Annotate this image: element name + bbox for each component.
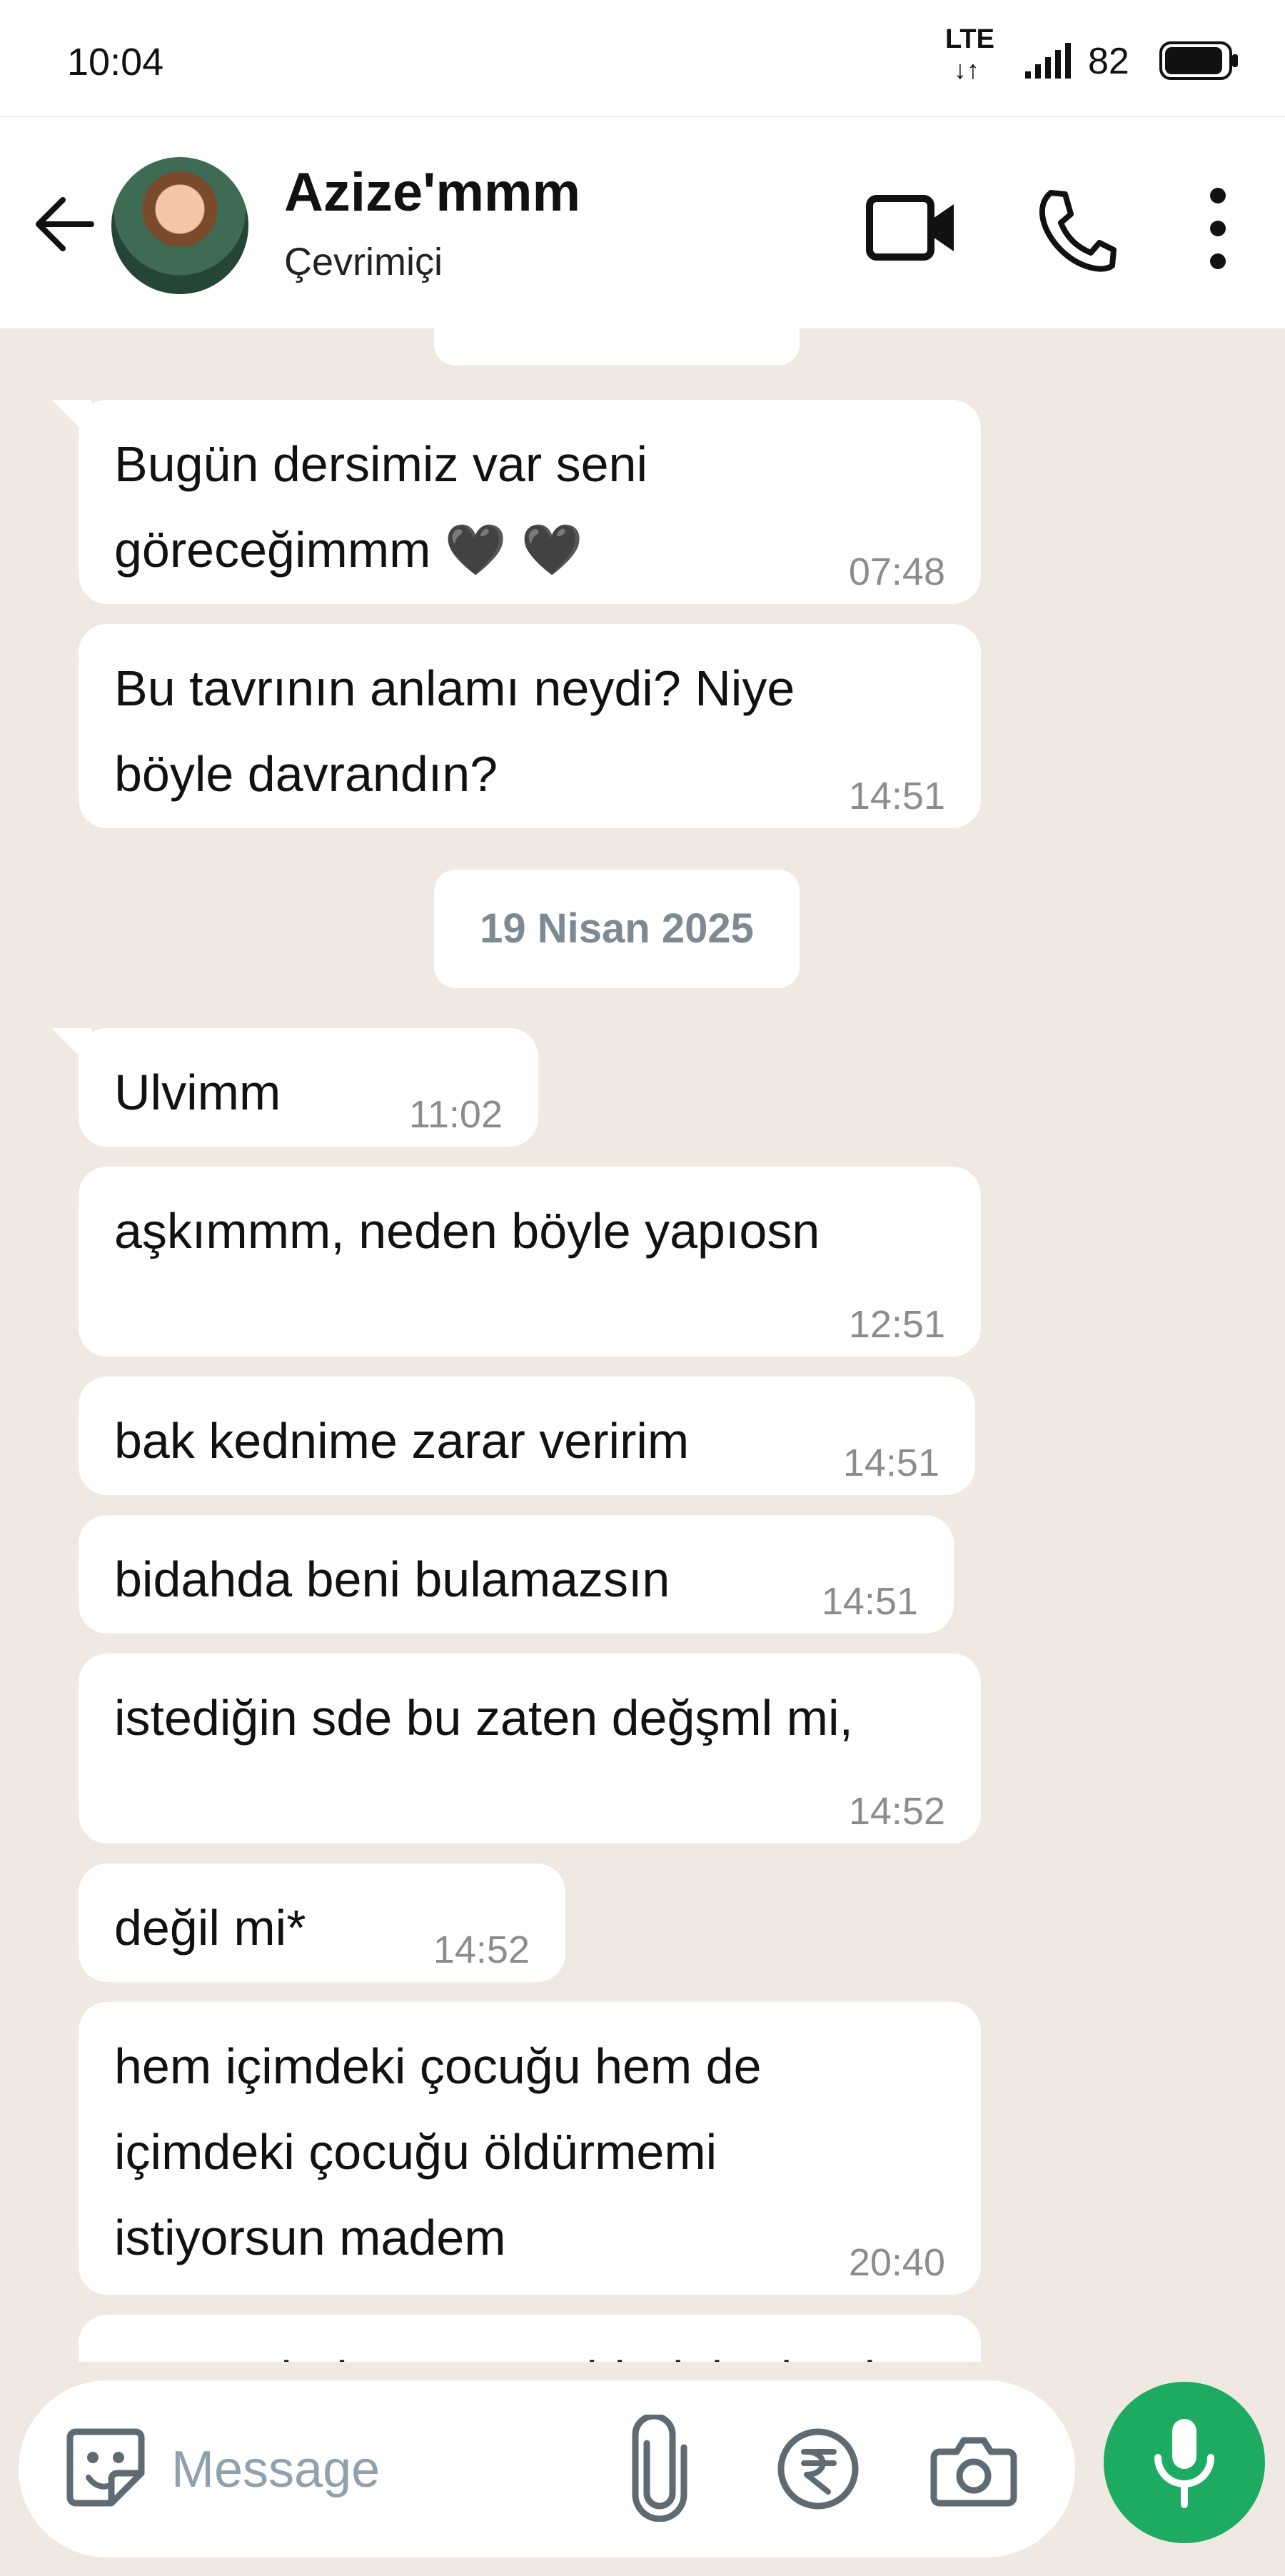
paperclip-icon[interactable] bbox=[625, 2415, 694, 2522]
message-text: Ulvimm bbox=[114, 1065, 281, 1120]
message-text: Bu tavrının anlamı neydi? Niye böyle dav… bbox=[114, 660, 795, 802]
battery-percent: 82 bbox=[1088, 41, 1129, 82]
rupee-payment-icon[interactable] bbox=[775, 2426, 861, 2512]
message-text: istediğin sde bu zaten değşml mi, bbox=[114, 1690, 853, 1746]
message-bubble[interactable]: aşkımmm, neden böyle yapıosn 12:51 bbox=[79, 1167, 981, 1357]
sticker-emoji-icon[interactable] bbox=[61, 2423, 150, 2512]
message-bubble[interactable]: bidahda beni bulamazsın 14:51 bbox=[79, 1515, 954, 1634]
network-type: LTE bbox=[945, 24, 994, 54]
camera-icon[interactable] bbox=[929, 2430, 1018, 2509]
back-arrow-icon[interactable] bbox=[31, 191, 97, 257]
message-bubble[interactable]: bak kednime zarar veririm 14:51 bbox=[79, 1377, 975, 1495]
message-time: 20:40 bbox=[848, 2241, 945, 2284]
message-time: 14:51 bbox=[842, 1442, 939, 1484]
date-separator-partial bbox=[434, 328, 800, 366]
message-input[interactable] bbox=[170, 2423, 473, 2516]
message-bubble[interactable]: hem içimdeki çocuğu hem de içimdeki çocu… bbox=[79, 2002, 981, 2295]
network-activity-icon: ↓↑ bbox=[954, 55, 979, 84]
message-time: 14:51 bbox=[821, 1580, 918, 1623]
video-call-icon[interactable] bbox=[865, 188, 958, 267]
message-text: Bugün dersimiz var seni göreceğimmm 🖤 🖤 bbox=[114, 436, 647, 578]
phone-call-icon[interactable] bbox=[1029, 186, 1118, 274]
message-bubble[interactable]: istediğin sde bu zaten değşml mi, 14:52 bbox=[79, 1654, 981, 1843]
message-time: 12:51 bbox=[848, 1303, 945, 1346]
contact-avatar[interactable] bbox=[111, 157, 248, 294]
message-list[interactable]: Bugün dersimiz var seni göreceğimmm 🖤 🖤 … bbox=[0, 328, 1285, 2362]
battery-icon bbox=[1159, 41, 1238, 80]
message-text: aşkımmm, neden böyle yapıosn bbox=[114, 1203, 820, 1259]
message-time: 07:48 bbox=[848, 550, 945, 593]
message-text: bak kednime zarar veririm bbox=[114, 1413, 690, 1469]
message-bubble[interactable]: değil mi* 14:52 bbox=[79, 1863, 565, 1982]
status-time: 10:04 bbox=[67, 41, 164, 84]
message-bubble[interactable]: Ulvimm 11:02 bbox=[79, 1028, 538, 1147]
chat-header: Azize'mmm Çevrimiçi bbox=[0, 116, 1285, 328]
voice-record-button[interactable] bbox=[1104, 2382, 1265, 2543]
date-separator: 19 Nisan 2025 bbox=[434, 870, 800, 988]
message-time: 14:52 bbox=[848, 1790, 945, 1833]
status-bar: 10:04 LTE ↓↑ 82 bbox=[0, 0, 1285, 116]
contact-name[interactable]: Azize'mmm bbox=[284, 161, 580, 223]
message-time: 11:02 bbox=[408, 1093, 503, 1136]
message-text: hem içimdeki çocuğu hem de içimdeki çocu… bbox=[114, 2038, 762, 2265]
message-bubble[interactable]: Bugün dersimiz var seni göreceğimmm 🖤 🖤 … bbox=[79, 400, 981, 604]
contact-status: Çevrimiçi bbox=[284, 241, 443, 283]
message-time: 14:52 bbox=[433, 1928, 530, 1971]
message-composer bbox=[19, 2380, 1075, 2557]
message-text: bidahda beni bulamazsın bbox=[114, 1551, 670, 1607]
message-text: değil mi* bbox=[114, 1900, 306, 1956]
more-menu-icon[interactable] bbox=[1198, 186, 1238, 271]
message-text: tamam bak görürsün bir daha beni bbox=[114, 2336, 875, 2362]
message-bubble[interactable]: tamam bak görürsün bir daha beni bbox=[79, 2315, 981, 2362]
microphone-icon bbox=[1154, 2419, 1214, 2508]
message-bubble[interactable]: Bu tavrının anlamı neydi? Niye böyle dav… bbox=[79, 624, 981, 828]
message-time: 14:51 bbox=[848, 775, 945, 817]
signal-icon bbox=[1025, 43, 1071, 79]
